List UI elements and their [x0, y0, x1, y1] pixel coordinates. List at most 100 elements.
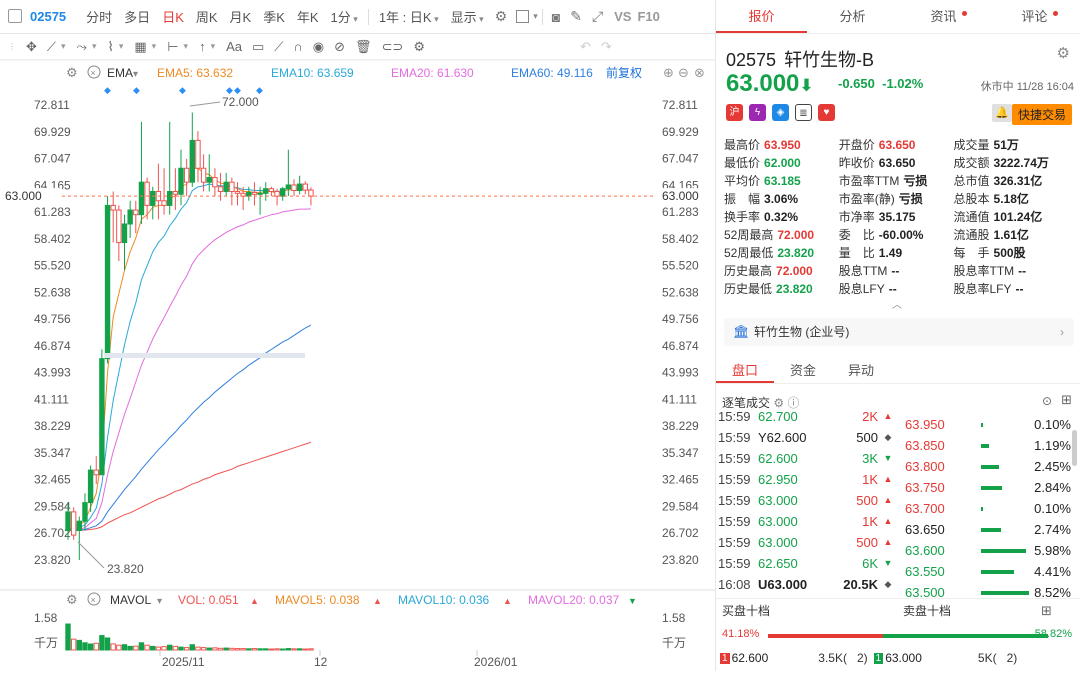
company-link[interactable]: 🏛 轩竹生物 (企业号) ›	[724, 318, 1074, 346]
candle-body[interactable]	[251, 191, 258, 195]
candle-body[interactable]	[144, 181, 150, 206]
volume-bar[interactable]	[274, 648, 280, 651]
tab-quote[interactable]: 报价	[716, 0, 807, 33]
tag-icon[interactable]: ◈	[772, 104, 789, 121]
candle-body[interactable]	[217, 186, 224, 192]
flash-icon[interactable]: ϟ	[749, 104, 766, 121]
event-diamond-icon[interactable]: ◆	[179, 85, 186, 95]
candle-body[interactable]	[183, 167, 190, 183]
event-diamond-icon[interactable]: ◆	[234, 85, 241, 95]
event-diamond-icon[interactable]: ◆	[133, 85, 140, 95]
tab-duori[interactable]: 多日	[118, 7, 156, 26]
home-icon[interactable]	[8, 9, 22, 23]
tab-news[interactable]: 资讯	[898, 0, 989, 33]
heart-icon[interactable]: ♥	[818, 104, 835, 121]
event-diamond-icon[interactable]: ◆	[226, 85, 233, 95]
volume-bar[interactable]	[93, 642, 99, 651]
volume-bar[interactable]	[127, 645, 133, 651]
tab-quarterly-k[interactable]: 季K	[257, 7, 291, 26]
candle-body[interactable]	[285, 184, 292, 190]
volume-bar[interactable]	[257, 648, 263, 651]
volume-bar[interactable]	[195, 646, 201, 651]
candle-body[interactable]	[150, 190, 156, 206]
display-menu[interactable]: 显示 ▾	[445, 7, 490, 26]
candle-body[interactable]	[223, 181, 229, 192]
zoom-out-icon[interactable]: ⊖	[678, 65, 689, 80]
volume-bar[interactable]	[167, 644, 173, 651]
candle-body[interactable]	[212, 177, 218, 188]
event-diamond-icon[interactable]: ◆	[104, 85, 111, 95]
volume-bar[interactable]	[138, 642, 145, 651]
candle-body[interactable]	[138, 181, 145, 216]
volume-bar[interactable]	[76, 639, 82, 651]
candle-body[interactable]	[280, 188, 286, 197]
candle-body[interactable]	[234, 190, 241, 194]
volume-bar[interactable]	[246, 648, 252, 651]
kline-chart-area[interactable]: ⚙ × EMA ▾ EMA5: 63.632 EMA10: 63.659 EMA…	[0, 59, 715, 671]
volume-bar[interactable]	[229, 647, 235, 651]
more-icon[interactable]: ⊙	[1042, 394, 1052, 408]
candle-body[interactable]	[229, 181, 235, 192]
tab-monthly-k[interactable]: 月K	[224, 7, 258, 26]
volume-bar[interactable]	[206, 647, 212, 651]
tab-weekly-k[interactable]: 周K	[190, 7, 224, 26]
tab-daily-k[interactable]: 日K	[156, 7, 190, 26]
settings-gear-icon[interactable]: ⚙	[1057, 44, 1070, 62]
volume-bar[interactable]	[200, 647, 207, 651]
chevron-down-icon[interactable]: ▾	[61, 41, 66, 52]
event-markers[interactable]: ◆ ◆ ◆ ◆ ◆ ◆	[104, 85, 263, 95]
tab-comments[interactable]: 评论	[989, 0, 1080, 33]
volume-bar[interactable]	[116, 644, 122, 651]
event-diamond-icon[interactable]: ◆	[256, 85, 263, 95]
wave-tool-icon[interactable]: ⌇	[107, 39, 113, 55]
volume-bar[interactable]	[70, 638, 77, 651]
zoom-in-icon[interactable]: ⊕	[663, 65, 674, 80]
settings-gear-icon[interactable]: ⚙	[490, 8, 513, 25]
volume-bar[interactable]	[268, 648, 275, 651]
volume-bar[interactable]	[296, 648, 303, 651]
candle-body[interactable]	[246, 191, 252, 197]
line-tool-icon[interactable]: ⟋	[47, 39, 56, 55]
hk-connect-icon[interactable]: 沪	[726, 104, 743, 121]
candle-body[interactable]	[296, 183, 303, 192]
chevron-down-icon[interactable]: ▾	[92, 41, 97, 52]
candle-body[interactable]	[167, 190, 173, 206]
candle-body[interactable]	[121, 223, 128, 244]
candle-body[interactable]	[268, 188, 275, 192]
tab-analysis[interactable]: 分析	[807, 0, 898, 33]
volume-bars[interactable]	[65, 623, 314, 651]
settings-gear-icon[interactable]: ⚙	[66, 592, 78, 607]
volume-bar[interactable]	[65, 623, 71, 651]
volume-bar[interactable]	[121, 644, 128, 651]
volume-bar[interactable]	[251, 648, 258, 651]
chevron-up-icon[interactable]: ︿	[892, 296, 902, 311]
tab-fenshi[interactable]: 分时	[80, 7, 118, 26]
volume-bar[interactable]	[144, 644, 150, 651]
fib-tool-icon[interactable]: ▦	[134, 39, 146, 55]
chevron-down-icon[interactable]: ▾	[119, 41, 124, 52]
volume-bar[interactable]	[178, 646, 184, 651]
candle-body[interactable]	[263, 188, 269, 194]
expand-icon[interactable]: ⊞	[1041, 603, 1052, 619]
candle-body[interactable]	[274, 190, 280, 197]
candle-body[interactable]	[161, 200, 167, 206]
magnet-icon[interactable]: ∩	[293, 39, 302, 54]
document-icon[interactable]: ≣	[795, 104, 812, 121]
candle-body[interactable]	[70, 511, 77, 536]
volume-bar[interactable]	[99, 635, 105, 651]
volume-bar[interactable]	[189, 644, 196, 651]
range-tool-icon[interactable]: ⊢	[167, 39, 178, 55]
tab-movement[interactable]: 异动	[832, 358, 890, 383]
candle-body[interactable]	[195, 139, 201, 169]
volume-bar[interactable]	[155, 646, 162, 651]
bell-icon[interactable]: 🔔	[992, 104, 1012, 122]
volume-bar[interactable]	[263, 648, 269, 651]
delete-icon[interactable]: ⊘	[334, 39, 345, 55]
settings-gear-icon[interactable]: ⚙	[413, 39, 425, 55]
f10-button[interactable]: F10	[637, 9, 665, 24]
kline-chart[interactable]: ⚙ × EMA ▾ EMA5: 63.632 EMA10: 63.659 EMA…	[0, 59, 715, 671]
expand-icon[interactable]: ⊞	[1061, 392, 1072, 408]
candle-body[interactable]	[76, 520, 82, 531]
candle-body[interactable]	[308, 189, 314, 197]
tab-capital[interactable]: 资金	[774, 358, 832, 383]
